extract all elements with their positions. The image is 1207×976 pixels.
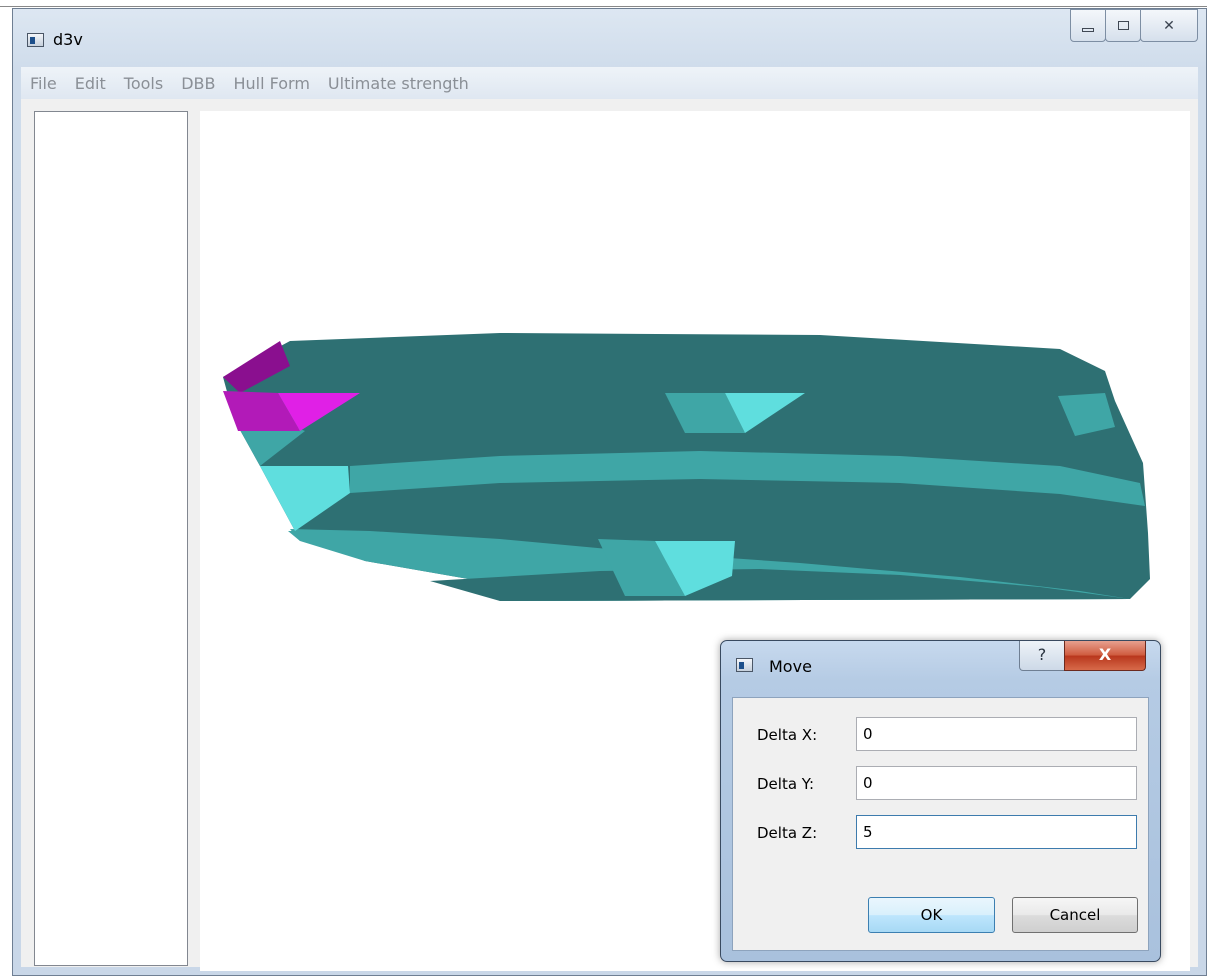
delta-z-input[interactable]	[856, 815, 1137, 849]
delta-x-input[interactable]	[856, 717, 1137, 751]
field-row-delta-y: Delta Y:	[733, 766, 1148, 800]
field-row-delta-z: Delta Z:	[733, 815, 1148, 849]
dialog-close-button[interactable]: X	[1064, 641, 1146, 671]
delta-y-label: Delta Y:	[757, 775, 815, 793]
maximize-button[interactable]	[1105, 9, 1141, 42]
tree-panel[interactable]	[34, 111, 188, 966]
maximize-icon	[1117, 21, 1129, 30]
help-button[interactable]: ?	[1019, 641, 1065, 671]
minimize-icon	[1082, 27, 1094, 32]
delta-y-input[interactable]	[856, 766, 1137, 800]
menu-edit[interactable]: Edit	[66, 74, 115, 93]
top-rule	[0, 6, 1207, 7]
menu-tools[interactable]: Tools	[115, 74, 172, 93]
menu-ultimate-strength[interactable]: Ultimate strength	[319, 74, 478, 93]
field-row-delta-x: Delta X:	[733, 717, 1148, 751]
minimize-button[interactable]	[1070, 9, 1106, 42]
cancel-button[interactable]: Cancel	[1012, 897, 1138, 933]
window-controls: ✕	[1070, 9, 1198, 43]
top-strip	[0, 0, 1207, 8]
dialog-title: Move	[769, 657, 812, 676]
menu-dbb[interactable]: DBB	[172, 74, 224, 93]
close-button[interactable]: ✕	[1140, 9, 1198, 42]
menu-file[interactable]: File	[21, 74, 66, 93]
delta-x-label: Delta X:	[757, 726, 818, 744]
app-icon	[27, 33, 44, 47]
help-icon: ?	[1037, 645, 1047, 664]
dialog-app-icon	[736, 658, 753, 672]
menu-bar: File Edit Tools DBB Hull Form Ultimate s…	[21, 67, 1198, 100]
dialog-body: Delta X: Delta Y: Delta Z: OK Cancel	[732, 697, 1149, 951]
menu-hull-form[interactable]: Hull Form	[224, 74, 318, 93]
ok-button[interactable]: OK	[868, 897, 995, 933]
window-title: d3v	[53, 30, 83, 49]
close-icon: ✕	[1163, 17, 1175, 34]
delta-z-label: Delta Z:	[757, 824, 818, 842]
move-dialog: Move ? X Delta X: Delta Y: Delta Z: OK C…	[720, 640, 1161, 962]
close-icon: X	[1098, 645, 1112, 664]
title-bar[interactable]: d3v ✕	[13, 9, 1206, 67]
